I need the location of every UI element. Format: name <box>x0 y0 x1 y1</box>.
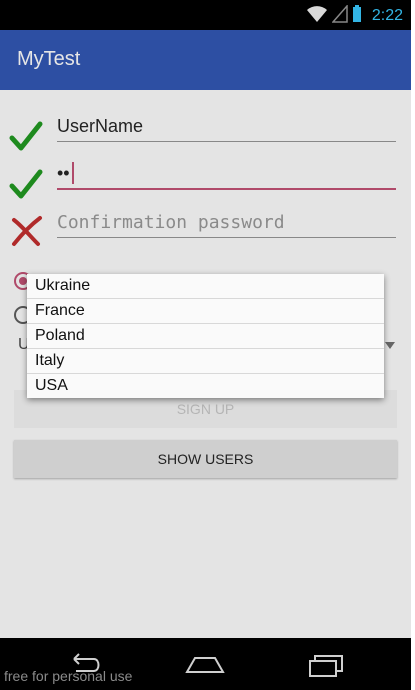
app-title: MyTest <box>17 48 81 70</box>
main-content: UserName •• Confirmation password U SIGN… <box>0 90 411 638</box>
password-field[interactable]: •• <box>57 156 396 190</box>
recent-apps-icon[interactable] <box>306 652 346 678</box>
dropdown-option[interactable]: Poland <box>27 324 384 349</box>
wifi-icon <box>306 5 328 27</box>
confirm-password-field[interactable]: Confirmation password <box>57 204 396 238</box>
battery-icon <box>352 5 362 27</box>
dropdown-option[interactable]: France <box>27 299 384 324</box>
country-dropdown: Ukraine France Poland Italy USA <box>27 274 384 398</box>
signal-icon <box>331 4 348 27</box>
password-value: •• <box>57 163 70 183</box>
text-cursor <box>71 162 74 184</box>
confirm-password-placeholder: Confirmation password <box>57 212 285 233</box>
dropdown-option[interactable]: Italy <box>27 349 384 374</box>
check-icon <box>8 166 44 202</box>
spinner-arrow-icon[interactable] <box>385 342 395 349</box>
username-field[interactable]: UserName <box>57 108 396 142</box>
check-icon <box>8 118 44 154</box>
app-bar: MyTest <box>0 30 411 90</box>
watermark-text: free for personal use <box>4 668 133 684</box>
dropdown-option[interactable]: Ukraine <box>27 274 384 299</box>
screen-edge <box>411 0 415 690</box>
status-icons: 2:22 <box>306 4 403 27</box>
home-icon[interactable] <box>185 652 225 678</box>
username-value: UserName <box>57 116 144 136</box>
dropdown-option[interactable]: USA <box>27 374 384 398</box>
status-time: 2:22 <box>371 7 403 24</box>
show-users-button[interactable]: SHOW USERS <box>14 440 397 478</box>
status-bar: 2:22 <box>0 0 411 30</box>
cross-icon <box>8 212 44 248</box>
